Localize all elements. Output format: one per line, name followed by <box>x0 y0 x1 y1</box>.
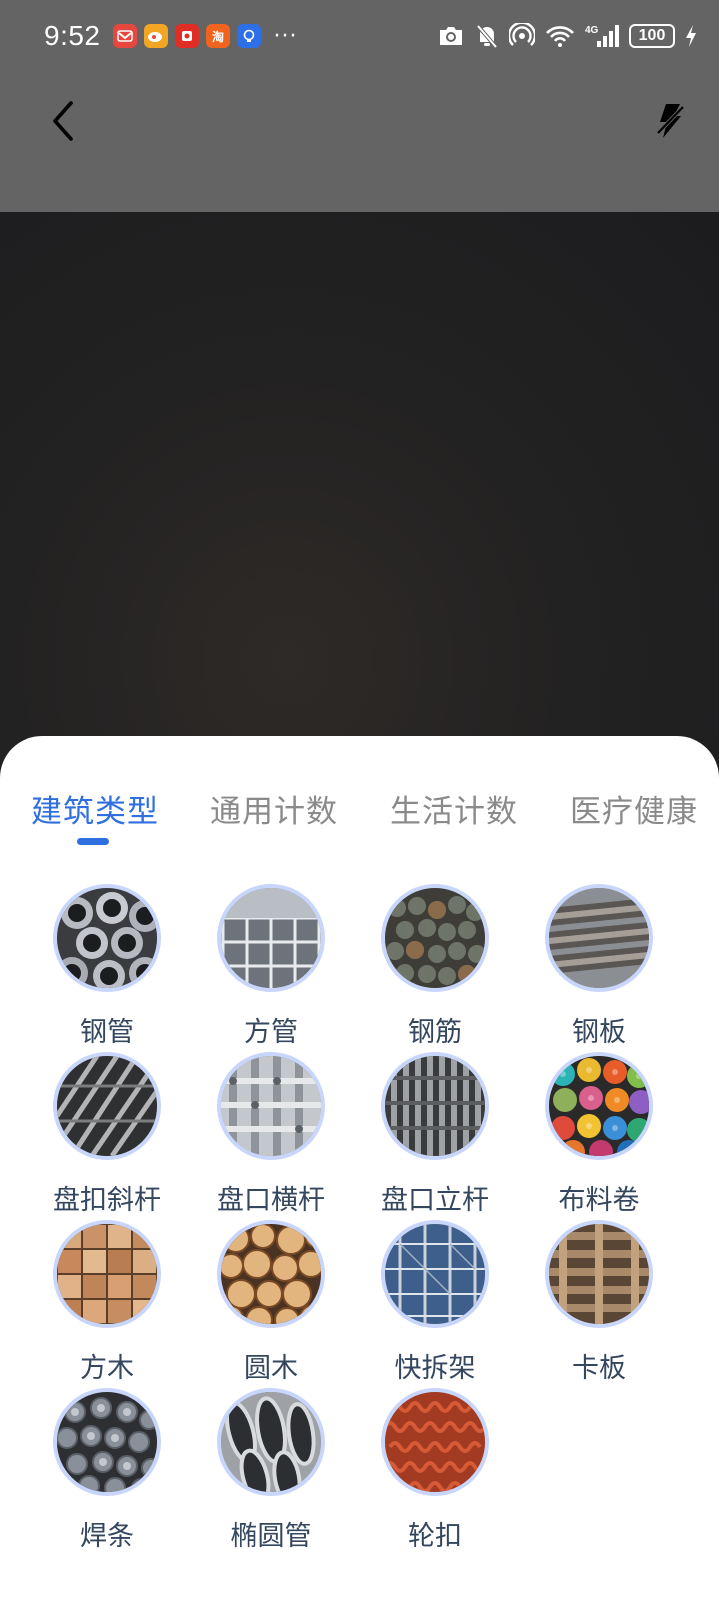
category-item-diagonal-rod[interactable]: 盘扣斜杆 <box>23 1052 191 1220</box>
camera-icon <box>437 24 465 48</box>
hotspot-icon <box>509 23 535 49</box>
category-item-steel-plate[interactable]: 钢板 <box>515 884 683 1052</box>
chevron-left-icon <box>53 101 73 141</box>
horizontal-rod-thumbnail <box>217 1052 325 1160</box>
tab-building-types[interactable]: 建筑类型 <box>31 786 159 831</box>
category-label: 布料卷 <box>558 1185 640 1216</box>
category-label: 钢筋 <box>408 1017 462 1048</box>
category-label: 椭圆管 <box>230 1521 312 1552</box>
category-item-pallet[interactable]: 卡板 <box>515 1220 683 1388</box>
category-label: 卡板 <box>572 1353 626 1384</box>
rebar-thumbnail <box>381 884 489 992</box>
status-time: 9:52 <box>44 20 101 51</box>
pallet-thumbnail <box>545 1220 653 1328</box>
oval-tube-thumbnail <box>217 1388 325 1496</box>
category-item-welding-rod[interactable]: 焊条 <box>23 1388 191 1556</box>
category-item-vertical-rod[interactable]: 盘口立杆 <box>351 1052 519 1220</box>
category-label: 方木 <box>80 1353 134 1384</box>
steel-plate-thumbnail <box>545 884 653 992</box>
category-label: 快拆架 <box>394 1353 476 1384</box>
category-item-rebar[interactable]: 钢筋 <box>351 884 519 1052</box>
weibo-icon <box>143 24 168 48</box>
active-tab-indicator <box>77 838 109 845</box>
flash-toggle-button[interactable] <box>647 98 693 144</box>
system-icons: 4G 100 <box>437 23 697 49</box>
diagonal-rod-thumbnail <box>53 1052 161 1160</box>
more-notifications-indicator: ··· <box>273 23 298 49</box>
wheel-buckle-thumbnail <box>381 1388 489 1496</box>
vertical-rod-thumbnail <box>381 1052 489 1160</box>
category-item-square-tube[interactable]: 方管 <box>187 884 355 1052</box>
category-item-quick-scaffold[interactable]: 快拆架 <box>351 1220 519 1388</box>
category-label: 轮扣 <box>408 1521 462 1552</box>
back-button[interactable] <box>40 98 86 144</box>
round-log-thumbnail <box>217 1220 325 1328</box>
category-item-steel-pipe[interactable]: 钢管 <box>23 884 191 1052</box>
category-bottom-sheet: 建筑类型 通用计数 生活计数 医疗健康 钢管 方管 钢筋 钢板 盘扣斜杆 盘口横… <box>0 736 719 1600</box>
category-label: 盘扣斜杆 <box>53 1185 161 1216</box>
mute-bell-icon <box>475 23 499 49</box>
lightbulb-app-icon <box>236 24 261 48</box>
tab-general-counting[interactable]: 通用计数 <box>210 786 338 831</box>
category-label: 方管 <box>244 1017 298 1048</box>
tab-life-counting[interactable]: 生活计数 <box>390 786 518 831</box>
category-item-horizontal-rod[interactable]: 盘口横杆 <box>187 1052 355 1220</box>
category-label: 焊条 <box>80 1521 134 1552</box>
category-item-wheel-buckle[interactable]: 轮扣 <box>351 1388 519 1556</box>
status-bar: 9:52 淘 ··· 4G 100 <box>0 0 719 72</box>
app-notification-red-icon <box>112 24 137 48</box>
charging-icon <box>685 24 697 48</box>
svg-text:淘: 淘 <box>212 29 224 44</box>
camera-preview[interactable] <box>0 212 719 772</box>
steel-pipe-thumbnail <box>53 884 161 992</box>
square-timber-thumbnail <box>53 1220 161 1328</box>
quick-scaffold-thumbnail <box>381 1220 489 1328</box>
svg-text:4G: 4G <box>585 25 599 36</box>
taobao-icon: 淘 <box>205 24 230 48</box>
category-label: 圆木 <box>244 1353 298 1384</box>
category-item-round-log[interactable]: 圆木 <box>187 1220 355 1388</box>
category-tabs: 建筑类型 通用计数 生活计数 医疗健康 <box>0 786 719 846</box>
top-bar: 9:52 淘 ··· 4G 100 <box>0 0 719 212</box>
category-label: 盘口横杆 <box>217 1185 325 1216</box>
category-label: 盘口立杆 <box>381 1185 489 1216</box>
flash-off-icon <box>656 104 685 138</box>
wifi-icon <box>545 24 575 48</box>
category-item-square-timber[interactable]: 方木 <box>23 1220 191 1388</box>
welding-rod-thumbnail <box>53 1388 161 1496</box>
category-item-fabric-roll[interactable]: 布料卷 <box>515 1052 683 1220</box>
fabric-roll-thumbnail <box>545 1052 653 1160</box>
category-label: 钢管 <box>80 1017 134 1048</box>
tab-medical-health[interactable]: 医疗健康 <box>570 786 698 831</box>
category-item-oval-tube[interactable]: 椭圆管 <box>187 1388 355 1556</box>
square-tube-thumbnail <box>217 884 325 992</box>
pdd-icon <box>174 24 199 48</box>
category-label: 钢板 <box>572 1017 626 1048</box>
cellular-4g-icon: 4G <box>585 23 619 49</box>
notification-icons: 淘 ··· <box>112 23 298 49</box>
battery-indicator: 100 <box>629 24 675 48</box>
